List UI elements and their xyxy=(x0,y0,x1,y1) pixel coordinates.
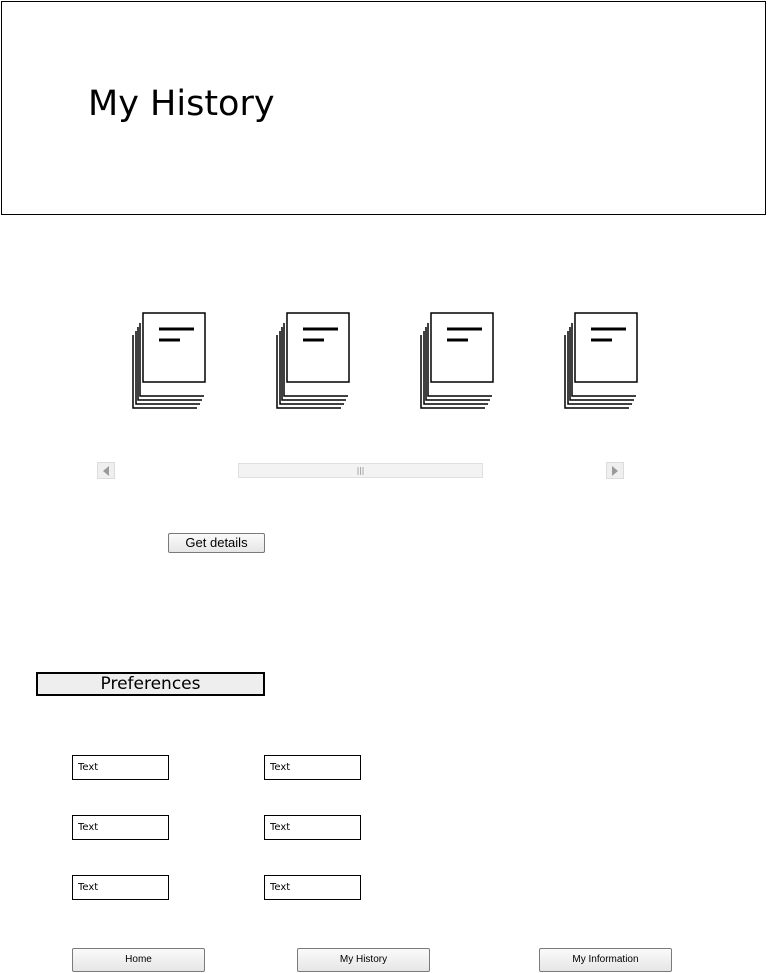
preference-field-3[interactable] xyxy=(72,815,169,840)
scrollbar-grip-icon[interactable] xyxy=(357,467,364,475)
triangle-right-icon xyxy=(612,466,618,476)
preference-field-4[interactable] xyxy=(264,815,361,840)
preference-field-6[interactable] xyxy=(264,875,361,900)
get-details-button[interactable]: Get details xyxy=(168,533,265,553)
document-stack-icon xyxy=(276,312,350,409)
nav-home-button[interactable]: Home xyxy=(72,948,205,972)
nav-my-history-button[interactable]: My History xyxy=(297,948,430,972)
history-item-2[interactable] xyxy=(275,310,351,412)
preference-field-1[interactable] xyxy=(72,755,169,780)
history-item-3[interactable] xyxy=(419,310,495,412)
preferences-heading: Preferences xyxy=(36,672,265,696)
preference-field-2[interactable] xyxy=(264,755,361,780)
triangle-left-icon xyxy=(103,466,109,476)
document-stack-icon xyxy=(564,312,638,409)
history-item-1[interactable] xyxy=(131,310,207,412)
document-stack-icon xyxy=(420,312,494,409)
history-item-4[interactable] xyxy=(563,310,639,412)
horizontal-scrollbar-track[interactable] xyxy=(238,463,483,478)
scroll-right-button[interactable] xyxy=(606,462,624,479)
document-stack-icon xyxy=(132,312,206,409)
nav-my-information-button[interactable]: My Information xyxy=(539,948,672,972)
scroll-left-button[interactable] xyxy=(97,462,115,479)
page-title: My History xyxy=(88,84,275,124)
header-banner: My History xyxy=(1,1,766,215)
preference-field-5[interactable] xyxy=(72,875,169,900)
